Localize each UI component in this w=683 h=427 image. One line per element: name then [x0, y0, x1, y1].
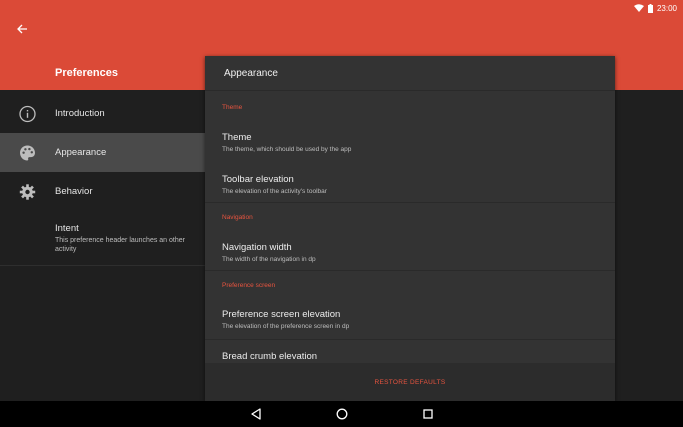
- divider: [205, 339, 615, 340]
- preference-list[interactable]: Theme Theme The theme, which should be u…: [205, 91, 615, 363]
- status-bar: 23:00: [633, 2, 677, 14]
- restore-defaults-button[interactable]: RESTORE DEFAULTS: [364, 373, 455, 392]
- pref-theme[interactable]: Theme The theme, which should be used by…: [222, 132, 351, 153]
- pref-title: Toolbar elevation: [222, 174, 294, 185]
- nav-item-introduction[interactable]: Introduction: [0, 94, 205, 133]
- battery-icon: [647, 3, 653, 13]
- system-navigation-bar: [0, 401, 683, 427]
- pref-title: Preference screen elevation: [222, 309, 341, 320]
- nav-item-label: Intent: [55, 222, 79, 234]
- nav-item-subtitle: This preference header launches an other…: [55, 236, 185, 253]
- nav-item-behavior[interactable]: Behavior: [0, 172, 205, 211]
- gear-icon: [19, 183, 36, 200]
- palette-icon: [19, 144, 36, 161]
- wifi-icon: [633, 4, 644, 12]
- nav-item-label: Appearance: [55, 147, 107, 158]
- status-time: 23:00: [656, 3, 677, 13]
- panel-title: Appearance: [205, 56, 615, 91]
- divider: [205, 202, 615, 203]
- navigation-list: Introduction Appearance Behavior Intent …: [0, 94, 205, 266]
- recents-square-icon[interactable]: [420, 406, 436, 422]
- home-circle-icon[interactable]: [334, 406, 350, 422]
- nav-item-label: Introduction: [55, 108, 105, 119]
- nav-item-label: Behavior: [55, 186, 93, 197]
- arrow-back-icon: [16, 23, 28, 38]
- back-button[interactable]: [12, 20, 32, 40]
- category-navigation: Navigation: [222, 214, 253, 221]
- back-triangle-icon[interactable]: [248, 406, 264, 422]
- pref-preference-screen-elevation[interactable]: Preference screen elevation The elevatio…: [222, 309, 349, 330]
- screen: 23:00 Preferences Introduction Appearanc…: [0, 0, 683, 427]
- info-icon: [19, 105, 36, 122]
- pref-title: Theme: [222, 132, 252, 143]
- panel-footer: RESTORE DEFAULTS: [205, 363, 615, 401]
- nav-item-appearance[interactable]: Appearance: [0, 133, 205, 172]
- page-title: Preferences: [55, 67, 118, 79]
- divider: [205, 270, 615, 271]
- divider: [0, 265, 205, 266]
- pref-summary: The width of the navigation in dp: [222, 256, 316, 263]
- category-theme: Theme: [222, 104, 243, 111]
- preference-panel: Appearance Theme Theme The theme, which …: [205, 56, 615, 401]
- pref-summary: The elevation of the preference screen i…: [222, 323, 350, 330]
- pref-toolbar-elevation[interactable]: Toolbar elevation The elevation of the a…: [222, 174, 327, 195]
- pref-bread-crumb-elevation[interactable]: Bread crumb elevation: [222, 351, 317, 362]
- pref-title: Bread crumb elevation: [222, 351, 318, 362]
- nav-item-intent[interactable]: Intent This preference header launches a…: [0, 211, 205, 265]
- pref-summary: The elevation of the activity's toolbar: [222, 188, 327, 195]
- category-preference-screen: Preference screen: [222, 282, 276, 289]
- pref-navigation-width[interactable]: Navigation width The width of the naviga…: [222, 242, 316, 263]
- pref-summary: The theme, which should be used by the a…: [222, 146, 352, 153]
- pref-title: Navigation width: [222, 242, 292, 253]
